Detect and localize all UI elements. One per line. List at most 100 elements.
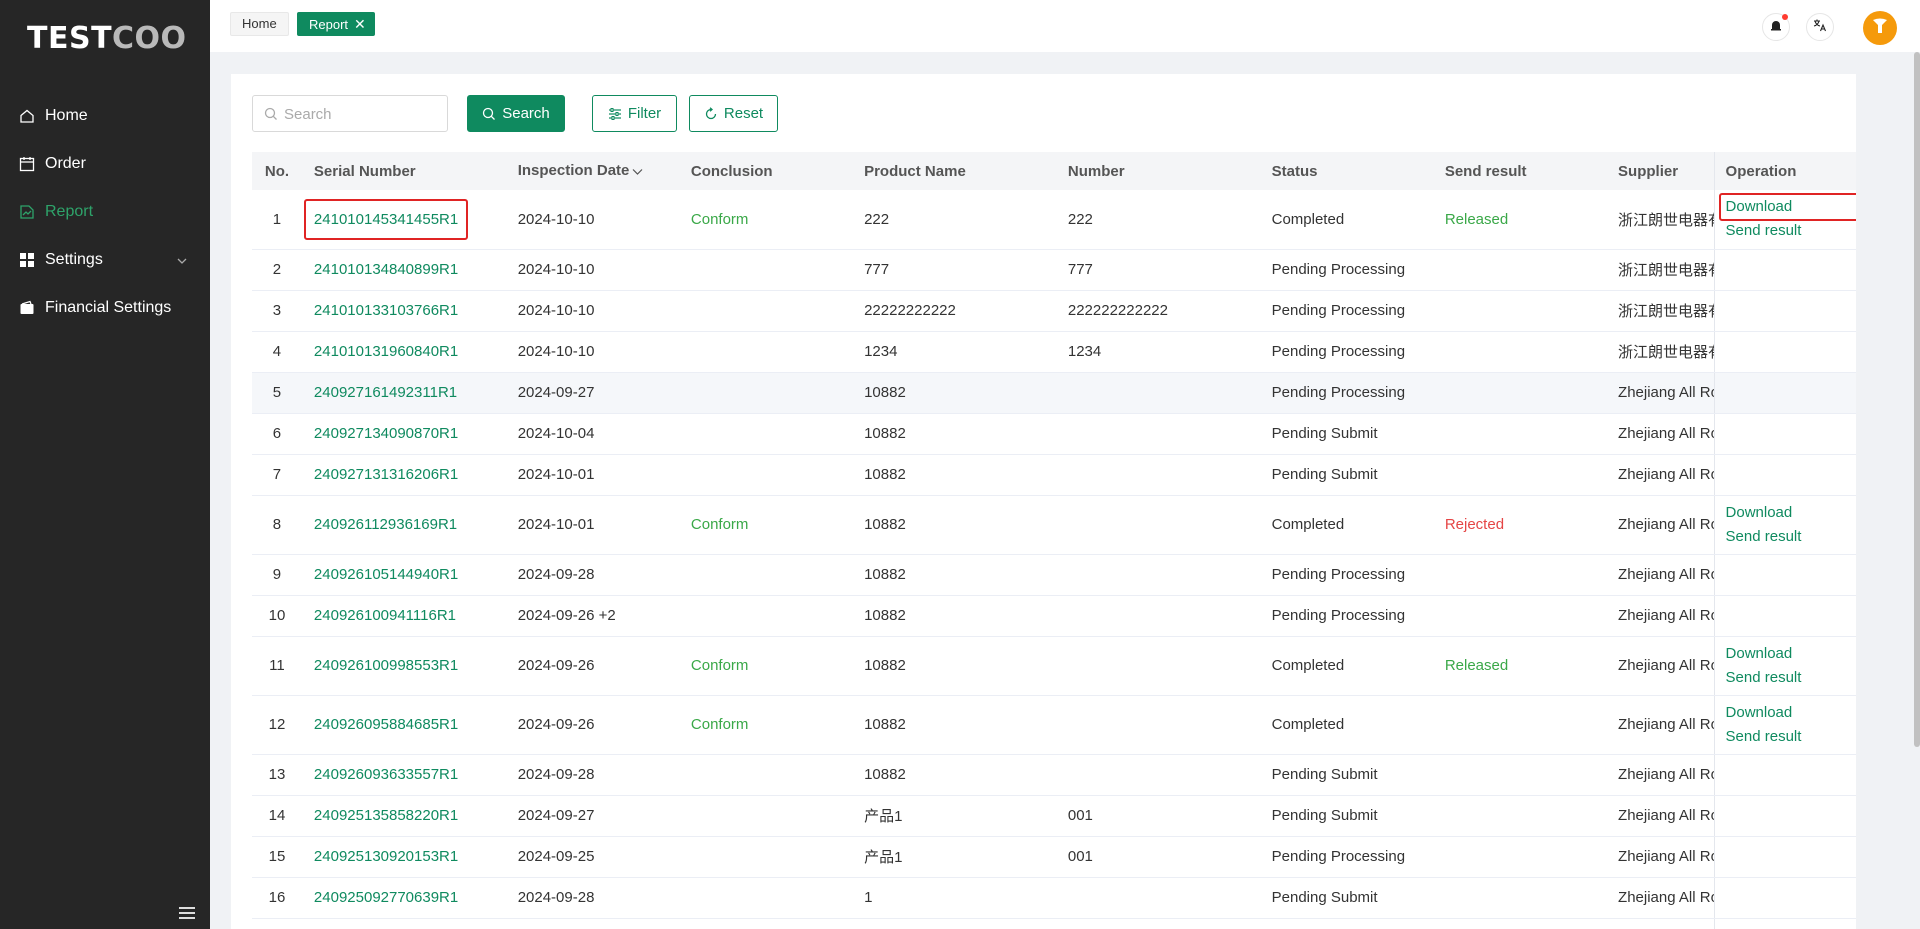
search-button[interactable]: Search — [467, 95, 565, 132]
column-header-no: No. — [252, 152, 302, 190]
column-header-conclusion: Conclusion — [678, 152, 853, 190]
serial-number-link[interactable]: 240926095884685R1 — [301, 695, 506, 755]
serial-number-link[interactable] — [301, 918, 506, 929]
sidebar-item-label: Financial Settings — [45, 299, 172, 316]
notification-dot — [1782, 14, 1788, 20]
cell-conclusion — [678, 754, 853, 796]
serial-number-link[interactable]: 240925092770639R1 — [301, 877, 506, 919]
table-row[interactable]: 1 241010145341455R1 2024-10-10 Conform 222 22… — [252, 190, 1856, 250]
home-icon — [19, 108, 35, 124]
serial-number-link[interactable]: 241010134840899R1 — [301, 249, 506, 291]
cell-product-name: 22222222222 — [852, 290, 1056, 332]
table-row[interactable]: 16 240925092770639R1 2024-09-28 1 Pending Su… — [252, 877, 1856, 919]
sidebar-item-report[interactable]: Report — [0, 188, 210, 236]
sort-chevron-icon[interactable] — [632, 163, 643, 180]
cell-inspection-date: 2024-10-10 — [505, 290, 679, 332]
tab-home[interactable]: Home — [230, 12, 289, 36]
table-row[interactable]: 13 240926093633557R1 2024-09-28 10882 Pendin… — [252, 754, 1856, 796]
cell-send-result — [1432, 877, 1607, 919]
language-button[interactable] — [1806, 13, 1834, 41]
cell-conclusion — [678, 877, 853, 919]
cell-conclusion: Conform — [678, 190, 853, 250]
cell-number — [1055, 918, 1260, 929]
cell-inspection-date: 2024-09-26 — [505, 695, 679, 755]
search-input[interactable] — [284, 104, 439, 124]
table-row[interactable]: 4 241010131960840R1 2024-10-10 1234 1234 Pend… — [252, 331, 1856, 373]
cell-supplier: Zhejiang All Road — [1606, 372, 1715, 414]
cell-send-result — [1432, 918, 1607, 929]
cell-number: 222 — [1055, 190, 1260, 250]
cell-conclusion — [678, 331, 853, 373]
serial-number-link[interactable]: 240926093633557R1 — [301, 754, 506, 796]
cell-operation: Download Send result — [1713, 695, 1856, 755]
table-row[interactable]: 17 — [252, 918, 1856, 929]
send-result-link[interactable]: Send result — [1726, 525, 1856, 549]
cell-status: Pending Processing — [1259, 331, 1433, 373]
serial-number-link[interactable]: 240927161492311R1 — [301, 372, 506, 414]
table-row[interactable]: 11 240926100998553R1 2024-09-26 Conform 1088… — [252, 636, 1856, 696]
download-link[interactable]: Download — [1726, 701, 1856, 725]
cell-conclusion — [678, 595, 853, 637]
reset-button[interactable]: Reset — [689, 95, 778, 132]
serial-number-link[interactable]: 240926100941116R1 — [301, 595, 506, 637]
cell-send-result — [1432, 795, 1607, 837]
serial-number-link[interactable]: 240926112936169R1 — [301, 495, 506, 555]
table-row[interactable]: 2 241010134840899R1 2024-10-10 777 777 Pendin… — [252, 249, 1856, 291]
serial-number-link[interactable]: 240926105144940R1 — [301, 554, 506, 596]
column-header-inspection-date[interactable]: Inspection Date — [505, 152, 679, 190]
close-icon[interactable]: ✕ — [354, 16, 366, 32]
cell-supplier: 浙江朗世电器有限公司 — [1606, 290, 1715, 332]
cell-product-name: 产品1 — [852, 795, 1056, 837]
serial-number-link[interactable]: 240927131316206R1 — [301, 454, 506, 496]
table-row[interactable]: 7 240927131316206R1 2024-10-01 10882 Pending… — [252, 454, 1856, 496]
table-row[interactable]: 10 240926100941116R1 2024-09-26 +2 10882 Pen… — [252, 595, 1856, 637]
refresh-icon — [704, 106, 718, 121]
cell-product-name: 10882 — [852, 636, 1056, 696]
table-row[interactable]: 3 241010133103766R1 2024-10-10 22222222222 2… — [252, 290, 1856, 332]
cell-status: Pending Submit — [1259, 754, 1433, 796]
cell-inspection-date: 2024-09-27 — [505, 795, 679, 837]
cell-no: 2 — [252, 249, 302, 291]
menu-collapse-icon[interactable] — [179, 906, 195, 920]
table-row[interactable]: 5 240927161492311R1 2024-09-27 10882 Pending… — [252, 372, 1856, 414]
serial-number-link[interactable]: 241010131960840R1 — [301, 331, 506, 373]
sidebar-item-settings[interactable]: Settings — [0, 236, 210, 284]
table-row[interactable]: 8 240926112936169R1 2024-10-01 Conform 10882… — [252, 495, 1856, 555]
cell-supplier: Zhejiang All Road — [1606, 454, 1715, 496]
cell-status: Pending Submit — [1259, 413, 1433, 455]
send-result-link[interactable]: Send result — [1726, 725, 1856, 749]
serial-number-link[interactable]: 241010133103766R1 — [301, 290, 506, 332]
cell-status: Completed — [1259, 636, 1433, 696]
cell-product-name: 10882 — [852, 754, 1056, 796]
cell-send-result — [1432, 372, 1607, 414]
send-result-link[interactable]: Send result — [1726, 219, 1856, 243]
cell-send-result — [1432, 249, 1607, 291]
serial-number-link[interactable]: 241010145341455R1 — [301, 190, 506, 250]
tab-report[interactable]: Report ✕ — [297, 12, 375, 36]
table-row[interactable]: 15 240925130920153R1 2024-09-25 产品1 001 Pendi… — [252, 836, 1856, 878]
avatar[interactable] — [1863, 11, 1897, 45]
table-row[interactable]: 9 240926105144940R1 2024-09-28 10882 Pending… — [252, 554, 1856, 596]
send-result-link[interactable]: Send result — [1726, 666, 1856, 690]
filter-button[interactable]: Filter — [592, 95, 677, 132]
table-row[interactable]: 6 240927134090870R1 2024-10-04 10882 Pending… — [252, 413, 1856, 455]
download-link[interactable]: Download — [1726, 501, 1856, 525]
notification-button[interactable] — [1762, 13, 1790, 41]
search-field[interactable] — [252, 95, 448, 132]
cell-send-result: Rejected — [1432, 495, 1607, 555]
page-scrollbar[interactable] — [1914, 52, 1920, 747]
download-link[interactable]: Download — [1726, 195, 1856, 219]
download-link[interactable]: Download — [1726, 642, 1856, 666]
sidebar-item-financial-settings[interactable]: Financial Settings — [0, 284, 210, 332]
serial-number-link[interactable]: 240926100998553R1 — [301, 636, 506, 696]
serial-number-link[interactable]: 240927134090870R1 — [301, 413, 506, 455]
table-row[interactable]: 14 240925135858220R1 2024-09-27 产品1 001 Pendi… — [252, 795, 1856, 837]
translate-icon — [1813, 18, 1827, 36]
sidebar-item-order[interactable]: Order — [0, 140, 210, 188]
serial-number-link[interactable]: 240925130920153R1 — [301, 836, 506, 878]
serial-number-link[interactable]: 240925135858220R1 — [301, 795, 506, 837]
cell-conclusion — [678, 413, 853, 455]
cell-inspection-date: 2024-10-04 — [505, 413, 679, 455]
table-row[interactable]: 12 240926095884685R1 2024-09-26 Conform 1088… — [252, 695, 1856, 755]
sidebar-item-home[interactable]: Home — [0, 92, 210, 140]
